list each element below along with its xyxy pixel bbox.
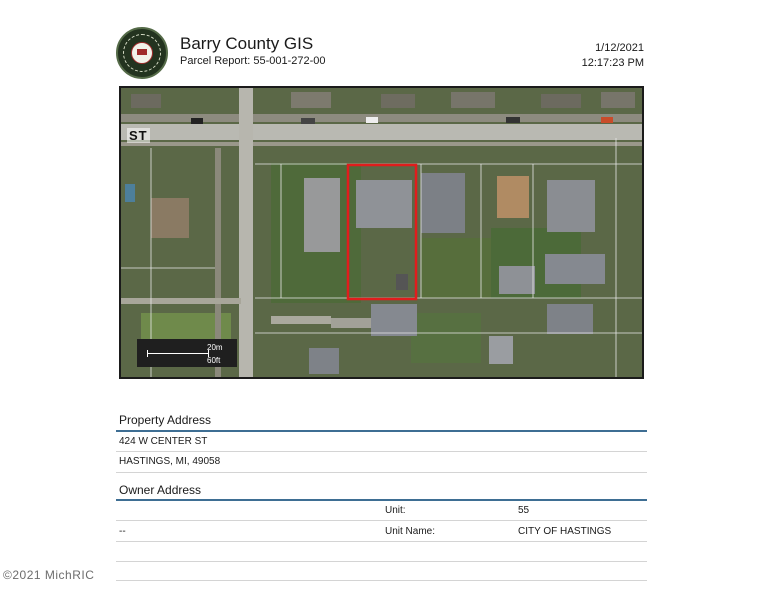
county-logo xyxy=(116,27,168,79)
scale-metric-label: 20m xyxy=(207,343,223,352)
unit-name-label: Unit Name: xyxy=(385,526,436,537)
row-divider xyxy=(116,520,647,521)
report-date: 1/12/2021 xyxy=(595,42,644,54)
unit-name-value: CITY OF HASTINGS xyxy=(518,526,612,537)
owner-row2-col1: -- xyxy=(119,526,126,537)
parcel-report-id: Parcel Report: 55-001-272-00 xyxy=(180,55,326,67)
property-address-line2: HASTINGS, MI, 49058 xyxy=(119,456,221,467)
property-address-rule xyxy=(116,430,647,432)
scale-imperial-label: 60ft xyxy=(207,356,221,365)
property-address-line1: 424 W CENTER ST xyxy=(119,436,208,447)
unit-value: 55 xyxy=(518,505,530,516)
logo-flag xyxy=(137,49,147,55)
row-divider xyxy=(116,541,647,542)
page-title: Barry County GIS xyxy=(180,34,314,53)
aerial-imagery xyxy=(121,88,642,377)
aerial-map[interactable]: ST 20m 60ft xyxy=(119,86,644,379)
unit-label: Unit: xyxy=(385,505,406,516)
report-time: 12:17:23 PM xyxy=(581,57,644,69)
row-divider xyxy=(116,472,647,473)
owner-address-rule xyxy=(116,499,647,501)
row-divider xyxy=(116,451,647,452)
owner-address-heading: Owner Address xyxy=(119,483,202,497)
row-divider xyxy=(116,561,647,562)
property-address-heading: Property Address xyxy=(119,413,212,427)
street-label: ST xyxy=(127,128,150,143)
copyright-watermark: ©2021 MichRIC xyxy=(3,568,95,582)
row-divider xyxy=(116,580,647,581)
scale-bar: 20m 60ft xyxy=(137,339,237,367)
